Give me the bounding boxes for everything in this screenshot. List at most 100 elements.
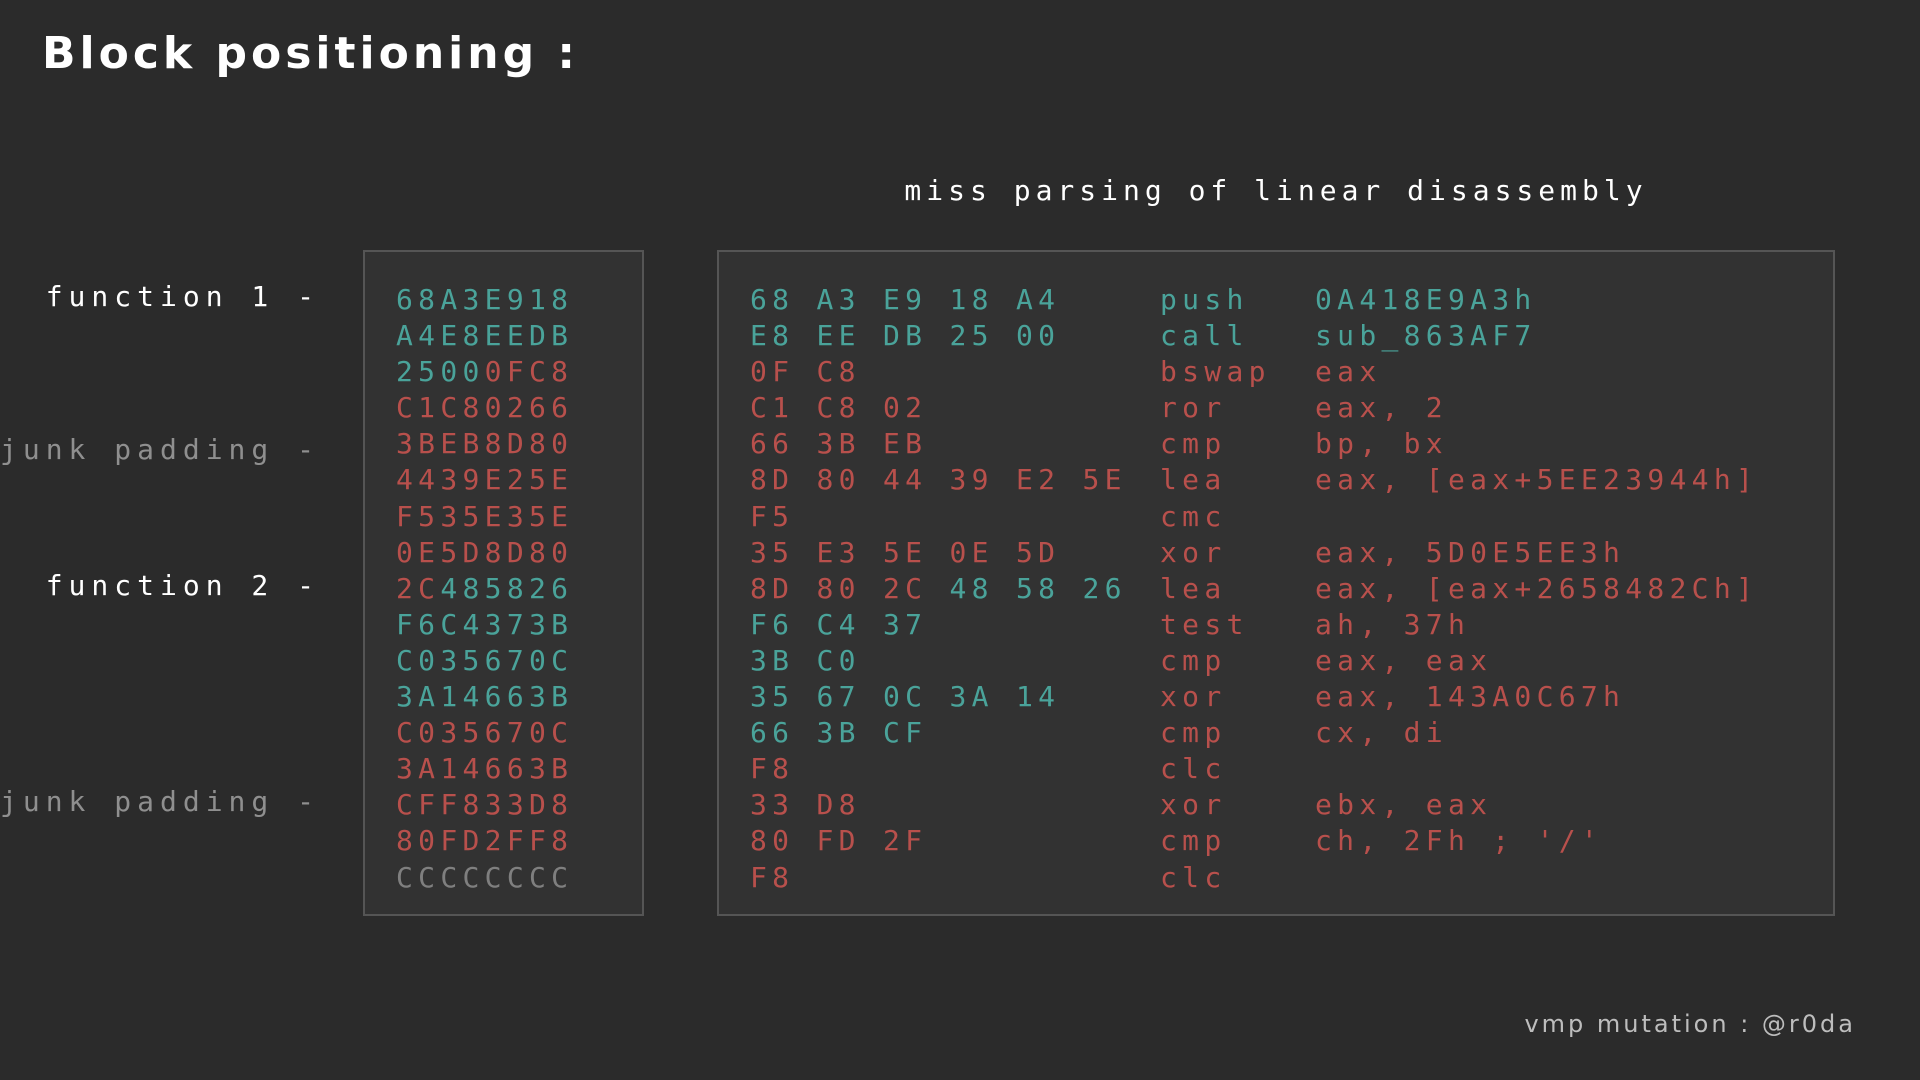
instruction-byte: 68	[750, 283, 795, 316]
hex-byte: CC	[484, 860, 529, 894]
hex-byte: F6	[396, 607, 441, 641]
instruction-byte: 00	[1016, 319, 1061, 353]
instruction-operands: ah, 37h	[1315, 607, 1471, 641]
instruction-operands: eax, eax	[1315, 643, 1493, 677]
disassembly-caption: miss parsing of linear disassembly	[904, 174, 1648, 207]
hex-byte: F8	[440, 788, 485, 822]
hex-byte: 5E	[528, 463, 574, 497]
hex-row: 3A 14 66 3B	[396, 679, 573, 715]
hex-row: 3A 14 66 3B	[396, 751, 573, 787]
footer-credit: vmp mutation : @r0da	[1524, 1010, 1856, 1038]
hex-byte: C0	[396, 716, 441, 750]
hex-row: A4 E8 EE DB	[396, 318, 573, 354]
disassembly-row: C1 C8 02 ror eax, 2	[750, 390, 1758, 426]
label-function-2: function 2 -	[45, 569, 320, 602]
instruction-byte: EB	[883, 427, 928, 461]
disassembly-row: F8 clc	[750, 751, 1758, 787]
disassembly-row: E8 EE DB 25 00 call sub_863AF7	[750, 318, 1758, 354]
instruction-byte: E2	[1016, 463, 1061, 497]
instruction-mnemonic: cmp	[1160, 427, 1227, 461]
hex-byte: 26	[528, 571, 574, 605]
disassembly-row: 35 67 0C 3A 14 xor eax, 143A0C67h	[750, 679, 1758, 715]
instruction-byte: E3	[816, 535, 861, 569]
instruction-byte: 39	[949, 463, 994, 497]
instruction-bytes: 8D 80 2C 48 58 26	[750, 571, 1160, 607]
hex-byte: 68	[396, 283, 441, 316]
instruction-byte: 5D	[1016, 535, 1061, 569]
hex-byte: 3A	[396, 752, 441, 786]
hex-byte: 67	[484, 643, 529, 677]
instruction-bytes: C1 C8 02	[750, 390, 1160, 426]
instruction-byte: C0	[816, 643, 861, 677]
instruction-byte: FD	[816, 824, 861, 858]
instruction-bytes: 66 3B EB	[750, 426, 1160, 462]
hex-byte: 3B	[396, 427, 441, 461]
instruction-operands: ebx, eax	[1315, 788, 1493, 822]
hex-row: 25 00 0F C8	[396, 354, 573, 390]
hex-byte: 66	[484, 752, 529, 786]
hex-dump-rows: 68 A3 E9 18 A4 E8 EE DB 25 00 0F C8 C1 C8 0…	[396, 282, 573, 896]
instruction-mnemonic: ror	[1160, 391, 1227, 425]
hex-byte: 39	[440, 463, 485, 497]
hex-byte: 14	[440, 680, 485, 714]
hex-byte: 5D	[440, 535, 485, 569]
disassembly-row: F5 cmc	[750, 499, 1758, 535]
hex-byte: 3A	[396, 680, 441, 714]
hex-byte: C1	[396, 391, 441, 425]
hex-byte: C8	[440, 391, 485, 425]
hex-byte: 44	[396, 463, 441, 497]
instruction-byte: C8	[816, 391, 861, 425]
instruction-mnemonic: cmp	[1160, 716, 1227, 750]
hex-byte: 3B	[528, 752, 574, 786]
instruction-operands: cx, di	[1315, 716, 1448, 750]
disassembly-row: 3B C0 cmp eax, eax	[750, 643, 1758, 679]
hex-byte: 02	[484, 391, 529, 425]
instruction-mnemonic: call	[1160, 319, 1249, 353]
instruction-byte: 0F	[750, 355, 795, 389]
instruction-byte: 5E	[1082, 463, 1127, 497]
instruction-byte: EE	[816, 319, 861, 353]
instruction-byte: D8	[816, 788, 861, 822]
instruction-byte: 58	[1016, 571, 1061, 605]
instruction-byte: C1	[750, 391, 795, 425]
instruction-bytes: E8 EE DB 25 00	[750, 318, 1160, 354]
disassembly-row: F6 C4 37 test ah, 37h	[750, 607, 1758, 643]
instruction-operands: eax, [eax+5EE23944h]	[1315, 463, 1759, 497]
instruction-mnemonic: xor	[1160, 680, 1227, 714]
instruction-mnemonic: xor	[1160, 788, 1227, 822]
instruction-byte: 18	[949, 283, 994, 316]
hex-row: F5 35 E3 5E	[396, 499, 573, 535]
disassembly-row: 80 FD 2F cmp ch, 2Fh ; '/'	[750, 823, 1758, 859]
instruction-byte: C4	[816, 607, 861, 641]
instruction-operands: 0A418E9A3h	[1315, 283, 1537, 316]
instruction-byte: 3B	[816, 427, 861, 461]
hex-row: 68 A3 E9 18	[396, 282, 573, 318]
hex-byte: 3B	[528, 680, 574, 714]
hex-row: 80 FD 2F F8	[396, 823, 573, 859]
instruction-operands: eax, 5D0E5EE3h	[1315, 535, 1626, 569]
instruction-byte: 3A	[949, 680, 994, 714]
hex-byte: 33	[484, 788, 529, 822]
hex-byte: 0E	[396, 535, 441, 569]
instruction-bytes: 68 A3 E9 18 A4	[750, 282, 1160, 318]
disassembly-row: 35 E3 5E 0E 5D xor eax, 5D0E5EE3h	[750, 535, 1758, 571]
instruction-operands: bp, bx	[1315, 427, 1448, 461]
instruction-operands: eax, 143A0C67h	[1315, 680, 1626, 714]
hex-byte: D8	[528, 788, 574, 822]
hex-row: 44 39 E2 5E	[396, 462, 573, 498]
instruction-byte: 2C	[883, 571, 928, 605]
hex-byte: E3	[484, 499, 529, 533]
instruction-operands: eax	[1315, 355, 1382, 389]
instruction-byte: 0E	[949, 535, 994, 569]
instruction-mnemonic: xor	[1160, 535, 1227, 569]
disassembly-rows: 68 A3 E9 18 A4 push 0A418E9A3h E8 EE DB 25 …	[750, 282, 1758, 896]
disassembly-panel: 68 A3 E9 18 A4 push 0A418E9A3h E8 EE DB 25 …	[717, 250, 1835, 916]
instruction-byte: DB	[883, 319, 928, 353]
disassembly-row: 8D 80 2C 48 58 26 lea eax, [eax+2658482Ch]	[750, 571, 1758, 607]
instruction-byte: F5	[750, 499, 795, 533]
instruction-bytes: 80 FD 2F	[750, 823, 1160, 859]
instruction-byte: 8D	[750, 571, 795, 605]
hex-byte: A4	[396, 319, 441, 353]
hex-byte: 48	[440, 571, 485, 605]
hex-byte: 8D	[484, 427, 529, 461]
